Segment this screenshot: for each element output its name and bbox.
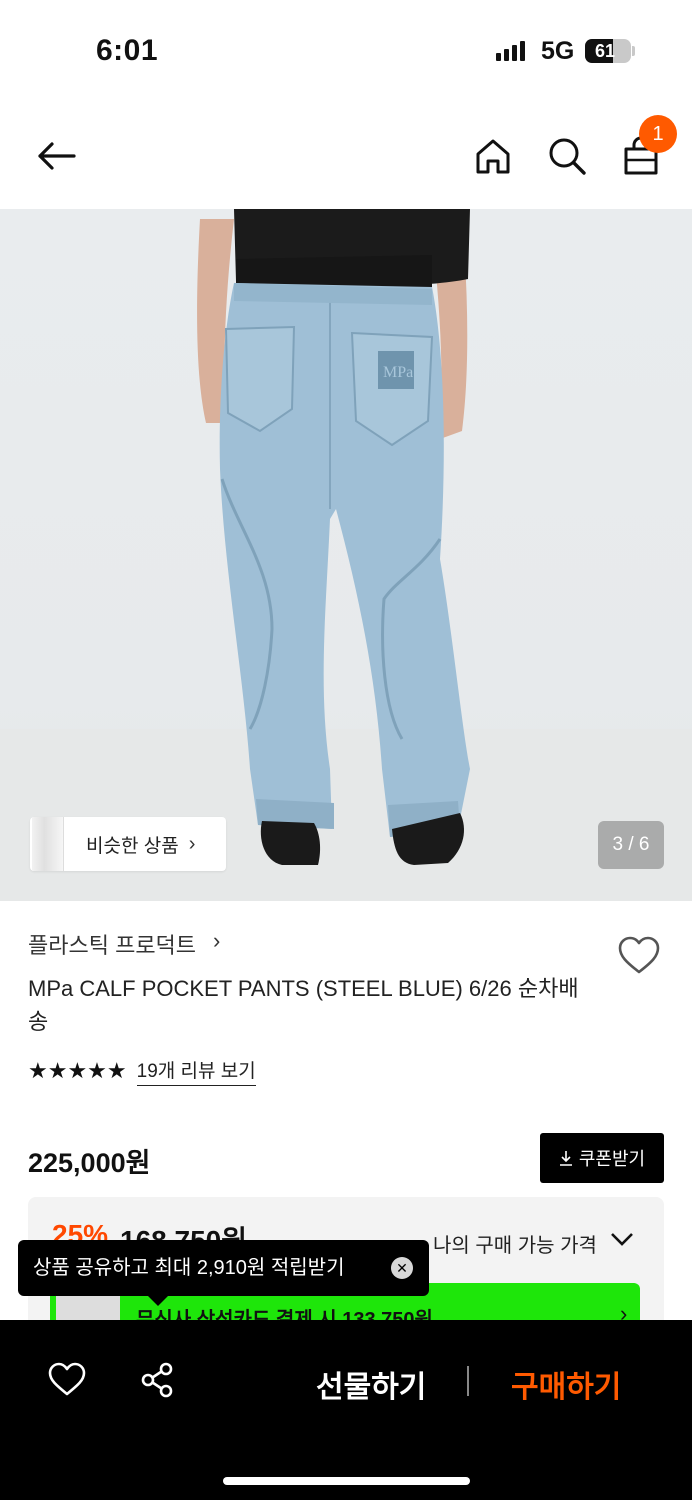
star-rating: ★★★★★	[28, 1058, 127, 1083]
tooltip-tail	[148, 1296, 168, 1306]
chevron-down-icon[interactable]	[608, 1229, 636, 1249]
network-type: 5G	[541, 37, 575, 65]
close-icon[interactable]: ✕	[391, 1257, 413, 1279]
share-icon[interactable]	[139, 1361, 175, 1399]
arrow-left-icon[interactable]	[34, 134, 78, 178]
divider	[467, 1366, 469, 1396]
home-icon[interactable]	[471, 134, 515, 178]
svg-text:MPa: MPa	[383, 364, 413, 381]
battery-percent: 61	[594, 41, 616, 61]
gift-button[interactable]: 선물하기	[316, 1362, 426, 1406]
rating: ★★★★★ 19개 리뷰 보기	[28, 1056, 256, 1086]
share-reward-tooltip: 상품 공유하고 최대 2,910원 적립받기 ✕	[18, 1240, 429, 1306]
review-link[interactable]: 19개 리뷰 보기	[136, 1056, 256, 1086]
similar-products-label: 비슷한 상품	[86, 835, 179, 857]
coupon-button[interactable]: 쿠폰받기	[540, 1133, 664, 1183]
battery-icon: 61	[585, 39, 631, 63]
product-title: MPa CALF POCKET PANTS (STEEL BLUE) 6/26 …	[28, 976, 579, 1034]
status-bar: 6:01 5G 61	[0, 0, 692, 100]
home-indicator	[223, 1477, 470, 1485]
download-icon	[559, 1151, 572, 1166]
available-price-label[interactable]: 나의 구매 가능 가격	[433, 1229, 597, 1258]
similar-products-button[interactable]: 비슷한 상품 ›	[30, 817, 226, 871]
chevron-right-icon[interactable]: ›	[213, 928, 220, 954]
product-image[interactable]: MPa	[0, 209, 692, 901]
clock: 6:01	[96, 34, 159, 67]
signal-icon	[496, 41, 525, 61]
image-page-indicator: 3 / 6	[598, 821, 664, 869]
heart-icon[interactable]	[47, 1361, 87, 1397]
original-price: 225,000원	[28, 1148, 151, 1178]
top-nav	[0, 110, 692, 206]
search-icon[interactable]	[545, 134, 589, 178]
coupon-button-label: 쿠폰받기	[578, 1149, 646, 1169]
similar-products-thumbnail	[32, 817, 64, 871]
battery-tip	[632, 46, 635, 56]
chevron-right-icon: ›	[188, 832, 196, 855]
heart-icon[interactable]	[616, 934, 662, 976]
buy-button[interactable]: 구매하기	[511, 1362, 621, 1406]
product-photo-illustration: MPa	[0, 209, 692, 901]
cart-count-badge: 1	[639, 115, 677, 153]
bottom-action-bar: 선물하기 구매하기	[0, 1320, 692, 1500]
tooltip-text: 상품 공유하고 최대 2,910원 적립받기	[33, 1257, 345, 1279]
brand-link[interactable]: 플라스틱 프로덕트	[28, 928, 196, 960]
